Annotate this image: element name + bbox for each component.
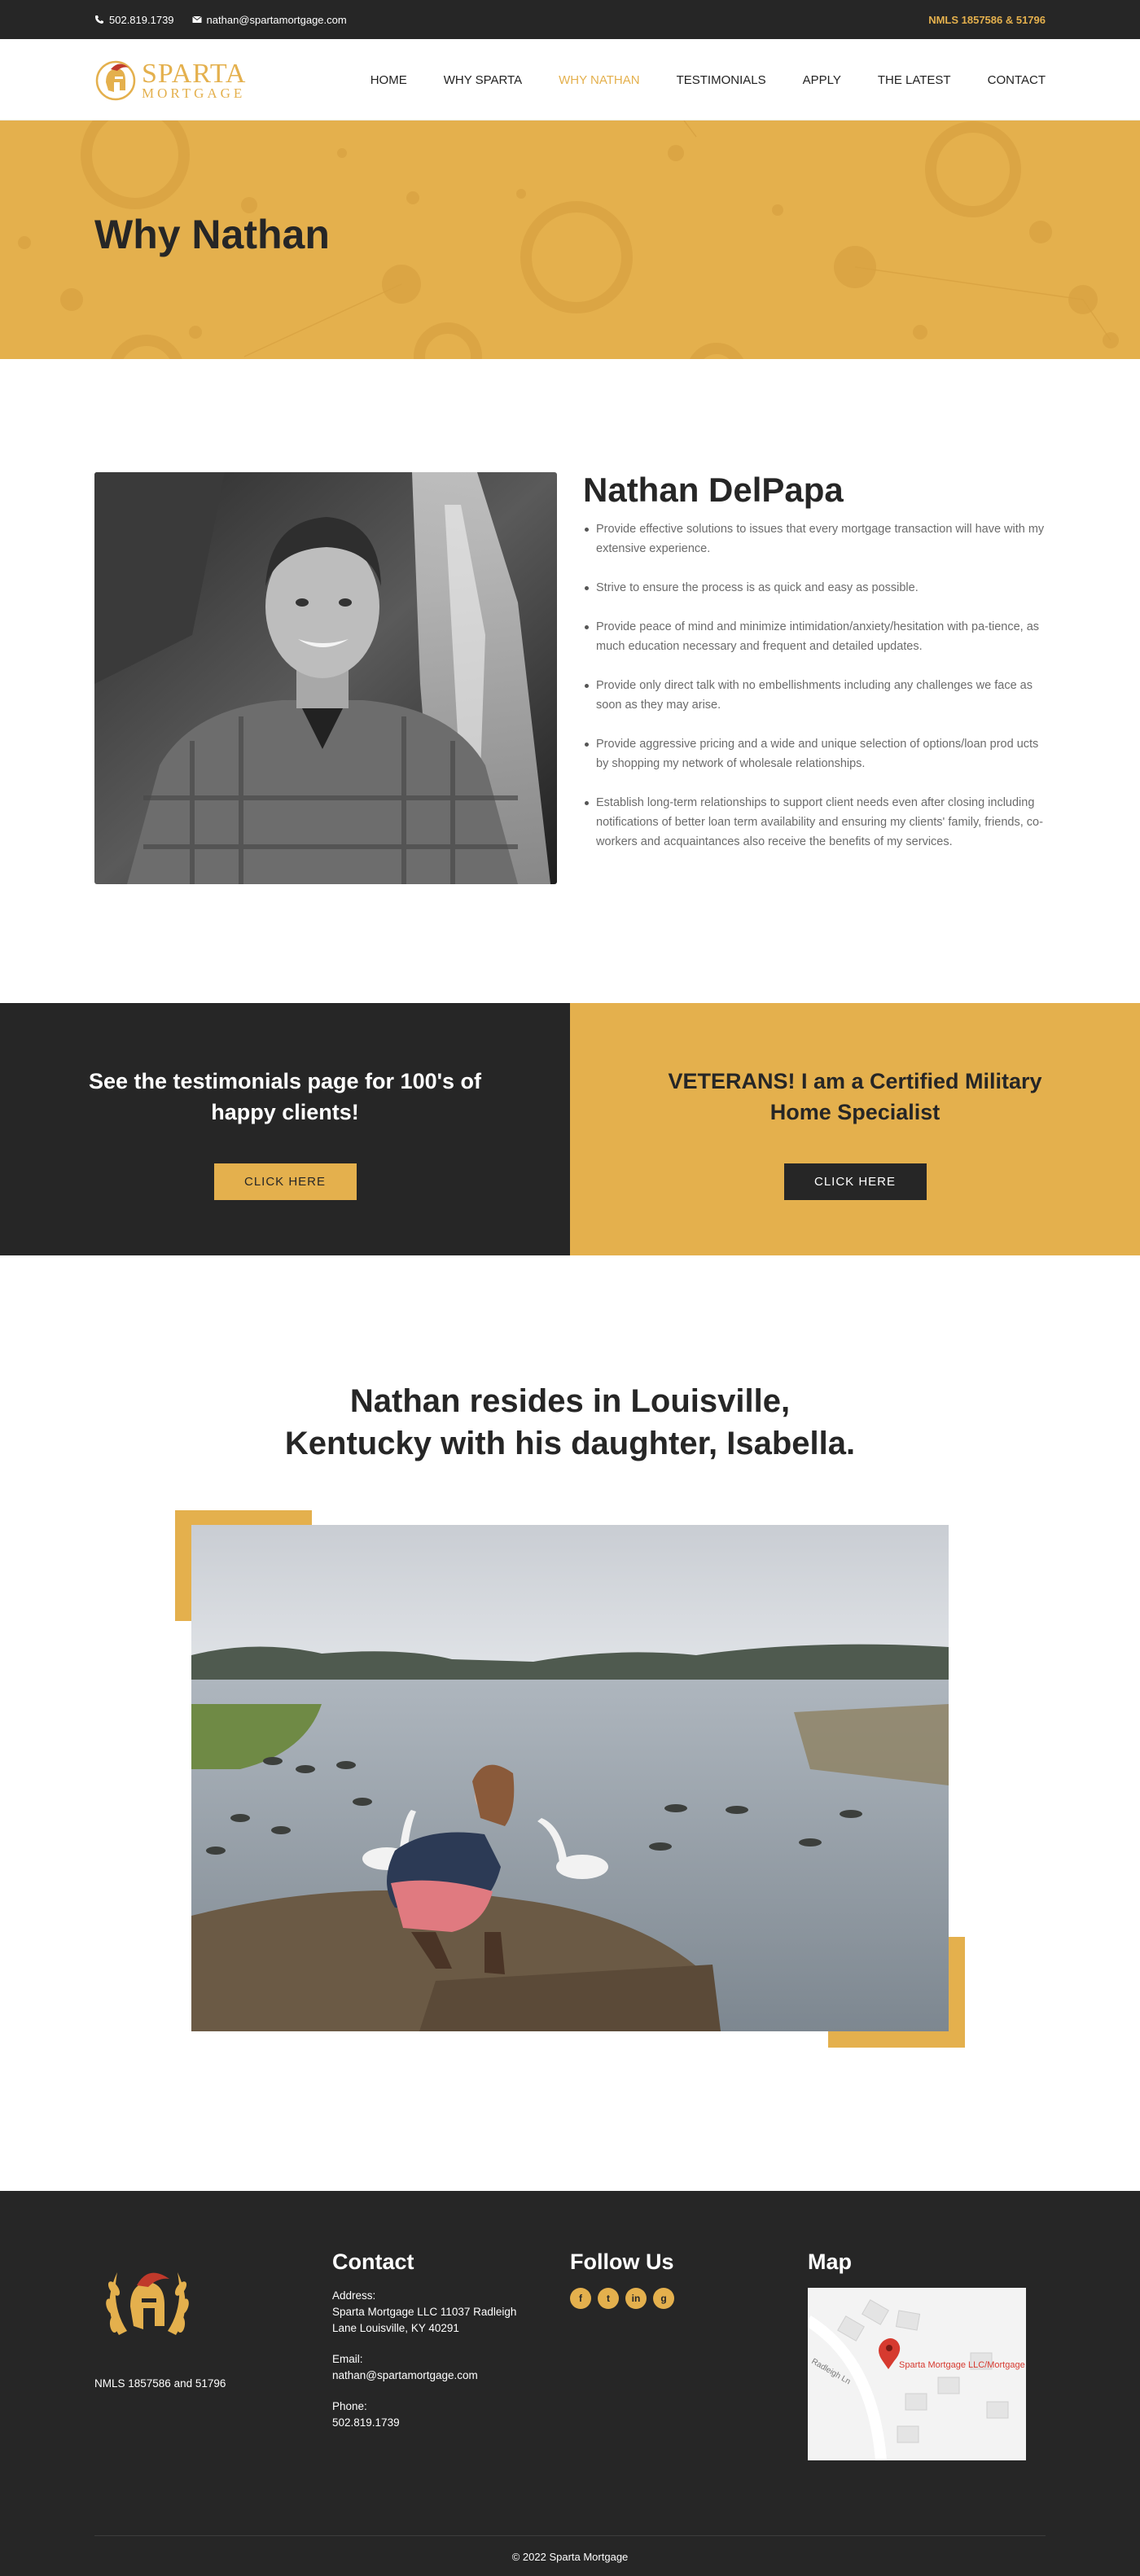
nmls-badge: NMLS 1857586 & 51796 bbox=[928, 13, 1046, 26]
veterans-cta: VETERANS! I am a Certified Military Home… bbox=[570, 1003, 1140, 1255]
twitter-icon[interactable]: t bbox=[598, 2288, 619, 2309]
family-section: Nathan resides in Louisville, Kentucky w… bbox=[0, 1255, 1140, 2191]
phone-label: Phone: bbox=[332, 2400, 367, 2412]
location-map[interactable]: Sparta Mortgage LLC/Mortgage With... Rad… bbox=[808, 2288, 1026, 2460]
linkedin-icon[interactable]: in bbox=[625, 2288, 647, 2309]
google-icon[interactable]: g bbox=[653, 2288, 674, 2309]
nav-home[interactable]: HOME bbox=[370, 73, 407, 87]
footer-phone-link[interactable]: 502.819.1739 bbox=[332, 2415, 570, 2431]
email-label: Email: bbox=[332, 2353, 363, 2365]
bio-panel: Nathan DelPapa Provide effective solutio… bbox=[583, 471, 1046, 884]
logo-word-mortgage: MORTGAGE bbox=[142, 85, 246, 101]
footer-email-link[interactable]: nathan@spartamortgage.com bbox=[332, 2368, 570, 2384]
address-text: Sparta Mortgage LLC 11037 Radleigh Lane … bbox=[332, 2306, 517, 2334]
phone-text: 502.819.1739 bbox=[109, 13, 174, 26]
phone-link[interactable]: 502.819.1739 bbox=[94, 14, 174, 26]
spartan-helmet-logo-icon bbox=[95, 60, 136, 101]
site-footer: NMLS 1857586 and 51796 Contact Address: … bbox=[0, 2191, 1140, 2576]
map-pin-label: Sparta Mortgage LLC/Mortgage With... bbox=[899, 2360, 1026, 2370]
nav-apply[interactable]: APPLY bbox=[803, 73, 841, 87]
email-link[interactable]: nathan@spartamortgage.com bbox=[191, 13, 347, 26]
testimonials-cta: See the testimonials page for 100's of h… bbox=[0, 1003, 570, 1255]
testimonials-cta-heading: See the testimonials page for 100's of h… bbox=[88, 1069, 482, 1124]
nathan-portrait-photo bbox=[94, 472, 557, 884]
footer-brand-column: NMLS 1857586 and 51796 bbox=[94, 2250, 332, 2460]
phone-icon bbox=[95, 15, 103, 24]
bio-point: Provide effective solutions to issues th… bbox=[583, 519, 1046, 559]
site-logo[interactable]: SPARTA MORTGAGE bbox=[94, 58, 247, 102]
footer-follow-title: Follow Us bbox=[570, 2250, 674, 2274]
top-bar: 502.819.1739 nathan@spartamortgage.com N… bbox=[0, 0, 1140, 39]
profile-section: Nathan DelPapa Provide effective solutio… bbox=[0, 359, 1140, 1003]
email-text: nathan@spartamortgage.com bbox=[206, 13, 347, 26]
family-photo-frame bbox=[175, 1510, 965, 2048]
footer-nmls: NMLS 1857586 and 51796 bbox=[94, 2377, 226, 2390]
page-title: Why Nathan bbox=[94, 212, 330, 257]
envelope-icon bbox=[191, 15, 202, 23]
nav-contact[interactable]: CONTACT bbox=[988, 73, 1046, 87]
nav-why-sparta[interactable]: WHY SPARTA bbox=[444, 73, 522, 87]
bio-point: Provide aggressive pricing and a wide an… bbox=[583, 734, 1046, 773]
address-label: Address: bbox=[332, 2289, 376, 2302]
bio-point: Provide peace of mind and minimize intim… bbox=[583, 617, 1046, 656]
footer-map-title: Map bbox=[808, 2250, 852, 2274]
footer-map-column: Map Sparta Mortgage LLC/Mortgage Radleig… bbox=[808, 2250, 1046, 2460]
main-nav: HOME WHY SPARTA WHY NATHAN TESTIMONIALS … bbox=[370, 73, 1046, 87]
page-hero: Why Nathan bbox=[0, 120, 1140, 359]
veterans-cta-heading: VETERANS! I am a Certified Military Home… bbox=[668, 1069, 1042, 1124]
bio-point: Strive to ensure the process is as quick… bbox=[583, 578, 1046, 598]
daughter-lake-photo bbox=[191, 1525, 949, 2031]
copyright: © 2022 Sparta Mortgage bbox=[94, 2535, 1046, 2563]
spartan-laurel-emblem-icon bbox=[106, 2272, 189, 2335]
family-heading: Nathan resides in Louisville, Kentucky w… bbox=[284, 1383, 856, 1461]
logo-word-sparta: SPARTA bbox=[142, 58, 247, 89]
bio-points-list: Provide effective solutions to issues th… bbox=[583, 519, 1046, 852]
bio-point: Provide only direct talk with no embelli… bbox=[583, 676, 1046, 715]
bio-name: Nathan DelPapa bbox=[583, 471, 844, 509]
facebook-icon[interactable]: f bbox=[570, 2288, 591, 2309]
footer-follow-column: Follow Us f t in g bbox=[570, 2250, 808, 2460]
footer-contact-column: Contact Address: Sparta Mortgage LLC 110… bbox=[332, 2250, 570, 2460]
nav-the-latest[interactable]: THE LATEST bbox=[878, 73, 951, 87]
cta-section: See the testimonials page for 100's of h… bbox=[0, 1003, 1140, 1255]
nav-testimonials[interactable]: TESTIMONIALS bbox=[677, 73, 766, 87]
testimonials-click-button[interactable]: CLICK HERE bbox=[213, 1163, 357, 1200]
veterans-click-button[interactable]: CLICK HERE bbox=[783, 1163, 927, 1200]
bio-point: Establish long-term relationships to sup… bbox=[583, 793, 1046, 852]
footer-contact-title: Contact bbox=[332, 2250, 414, 2274]
nav-why-nathan[interactable]: WHY NATHAN bbox=[559, 73, 639, 87]
site-header: SPARTA MORTGAGE HOME WHY SPARTA WHY NATH… bbox=[0, 39, 1140, 120]
